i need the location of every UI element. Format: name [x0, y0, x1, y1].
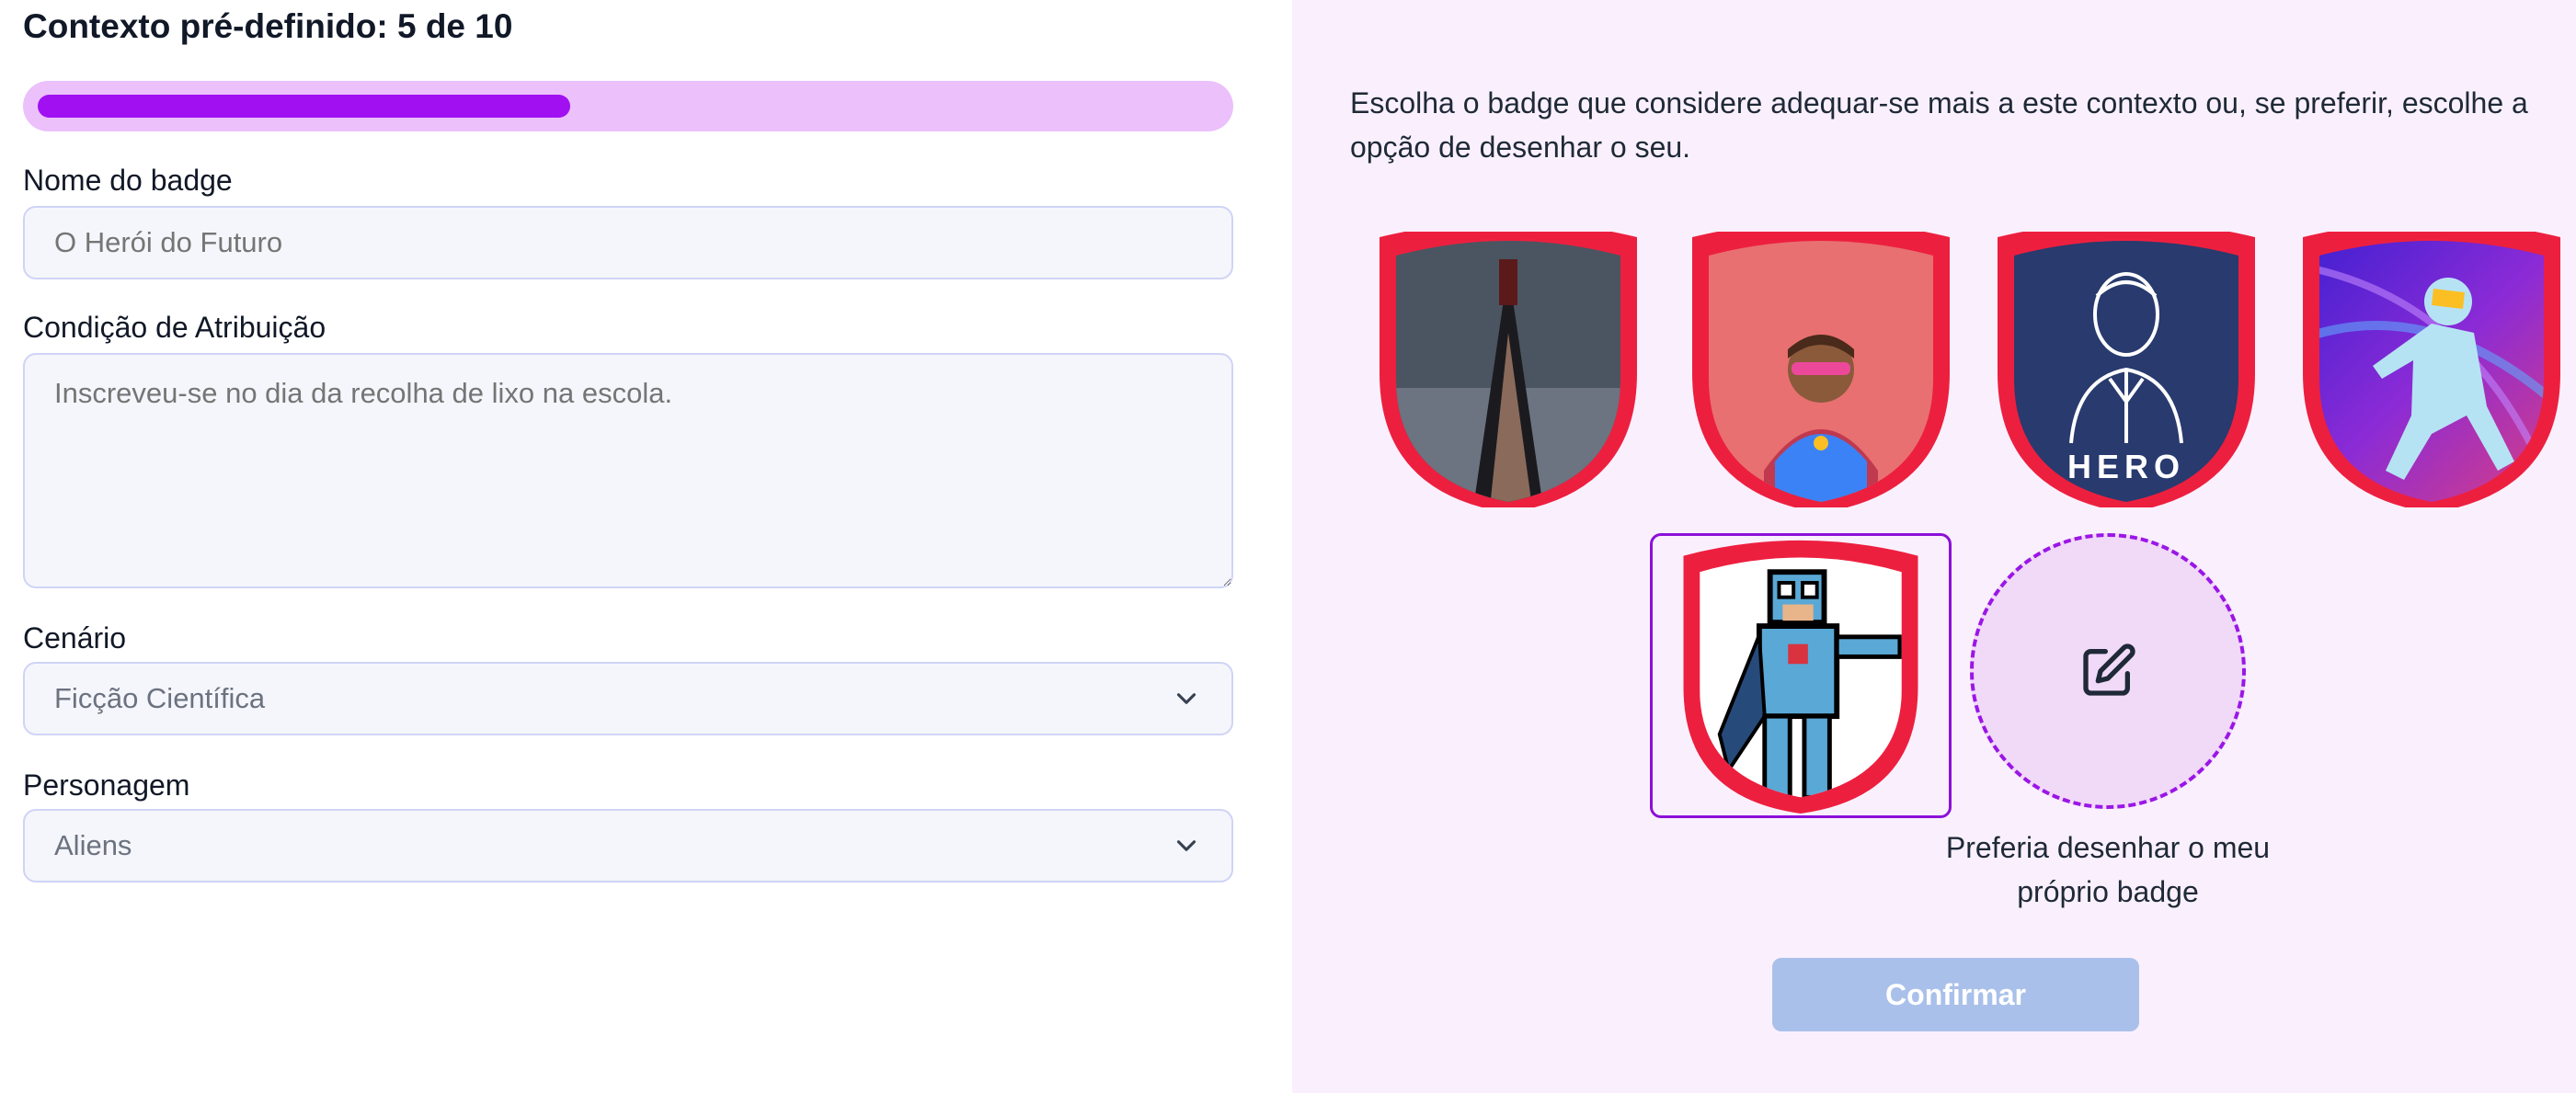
progress-bar [23, 81, 1233, 131]
draw-own-badge-caption: Preferia desenhar o meu próprio badge [1945, 831, 2271, 908]
badge-name-label: Nome do badge [23, 164, 233, 197]
character-value: Aliens [54, 829, 132, 861]
progress-bar-fill [38, 95, 570, 118]
scenario-value: Ficção Científica [54, 682, 266, 714]
condition-textarea[interactable] [23, 353, 1233, 588]
masked-hero-badge-icon [1692, 232, 1950, 507]
badge-option-3[interactable]: HERO [1988, 232, 2264, 507]
badge-option-2[interactable] [1683, 232, 1959, 507]
character-label: Personagem [23, 769, 190, 802]
form-panel: Contexto pré-definido: 5 de 10 Nome do b… [0, 0, 1292, 1093]
edit-icon [2083, 643, 2135, 696]
draw-own-badge-option[interactable] [1970, 533, 2246, 809]
badge-option-1[interactable] [1370, 232, 1646, 507]
hero-line-art-badge-icon: HERO [1998, 232, 2255, 507]
scenario-label: Cenário [23, 621, 127, 655]
chevron-down-icon [1176, 693, 1196, 704]
context-title: Contexto pré-definido: 5 de 10 [23, 7, 513, 45]
space-suit-badge-icon [2303, 232, 2560, 507]
picker-instructions: Escolha o badge que considere adequar-se… [1350, 86, 2528, 164]
pixel-hero-badge-icon [1683, 540, 1918, 814]
confirm-button[interactable]: Confirmar [1772, 958, 2139, 1031]
condition-label: Condição de Atribuição [23, 311, 326, 344]
badge-option-4[interactable] [2294, 232, 2570, 507]
badge-name-input[interactable] [23, 206, 1233, 279]
hero-badge-text: HERO [2067, 448, 2185, 485]
chevron-down-icon [1176, 840, 1196, 851]
cloaked-figure-badge-icon [1380, 232, 1637, 507]
character-select[interactable]: Aliens [23, 809, 1233, 882]
badge-option-5[interactable] [1650, 533, 1952, 818]
scenario-select[interactable]: Ficção Científica [23, 662, 1233, 735]
